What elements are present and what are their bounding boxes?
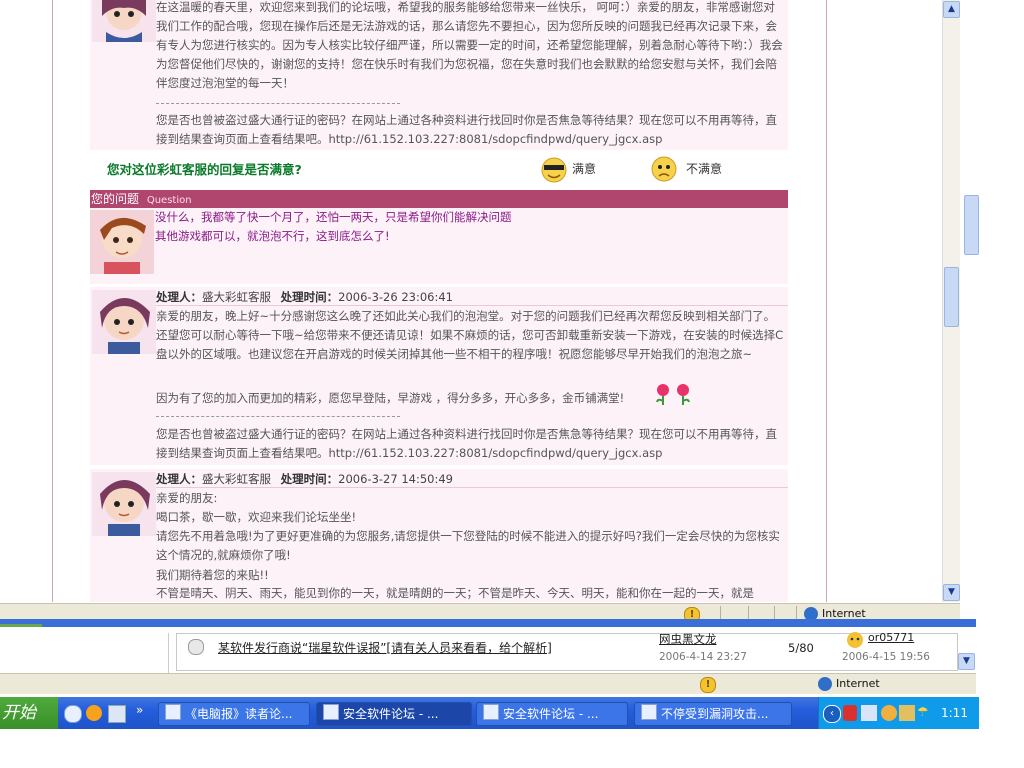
quick-launch: » xyxy=(62,703,152,723)
scroll-down-button[interactable]: ▼ xyxy=(943,584,960,601)
last-post-date: 2006-4-15 19:56 xyxy=(842,651,930,663)
messenger-icon[interactable] xyxy=(881,705,897,721)
taskbar-item-label: 不停受到漏洞攻击... xyxy=(661,707,769,721)
background-scroll-down[interactable]: ▼ xyxy=(958,653,975,670)
satisfaction-question: 您对这位彩虹客服的回复是否满意? xyxy=(107,162,302,177)
reply-3-meta: 处理人：盛大彩虹客服 处理时间：2006-3-27 14:50:49 xyxy=(156,470,453,488)
tray-expand-icon[interactable]: ‹ xyxy=(823,705,841,723)
reply-3-line-4: 我们期待着您的来贴!! xyxy=(156,568,269,582)
question-line-2: 其他游戏都可以，就泡泡不行，这到底怎么了! xyxy=(155,229,390,243)
last-poster-link[interactable]: or05771 xyxy=(868,631,914,644)
password-notice: 您是否也曾被盗过盛大通行证的密码？在网站上通过各种资料进行找回时你是否焦急等待结… xyxy=(156,113,777,146)
taskbar-item-label: 安全软件论坛 - ... xyxy=(343,707,439,721)
taskbar-item-1[interactable]: 《电脑报》读者论... xyxy=(158,702,310,726)
media-icon[interactable] xyxy=(108,705,126,723)
system-tray: ‹ ☂ 1:11 xyxy=(818,697,979,729)
author-link[interactable]: 网虫黑文龙 xyxy=(659,631,717,647)
question-header-title: 您的问题 xyxy=(91,192,140,206)
taskbar-item-label: 安全软件论坛 - ... xyxy=(503,707,599,721)
globe-icon xyxy=(818,677,832,691)
ie-page-icon xyxy=(483,704,499,720)
unsatisfied-option[interactable]: 不满意 xyxy=(686,160,722,177)
ie-page-icon xyxy=(165,704,181,720)
clock: 1:11 xyxy=(941,706,968,720)
show-desktop-icon[interactable] xyxy=(64,705,82,723)
question-header-bar: 您的问题 Question xyxy=(90,190,788,208)
reply-2-text: 亲爱的朋友，晚上好~十分感谢您这么晚了还如此关心我们的泡泡堂。对于您的问题我们已… xyxy=(156,309,784,361)
scroll-thumb[interactable] xyxy=(944,267,959,327)
password-notice: 您是否也曾被盗过盛大通行证的密码？在网站上通过各种资料进行找回时你是否焦急等待结… xyxy=(156,427,777,460)
vertical-scrollbar[interactable]: ▲ ▼ xyxy=(942,0,960,602)
time-label: 处理时间： xyxy=(280,472,339,486)
shield-icon[interactable] xyxy=(843,705,857,721)
reply-3-line-2: 喝口茶，歇一歇，欢迎来我们论坛坐坐! xyxy=(156,510,357,524)
satisfied-option[interactable]: 满意 xyxy=(572,160,596,177)
customer-service-avatar xyxy=(92,290,156,354)
page-right-border xyxy=(826,0,827,602)
browser-content-area: 在这温暖的春天里，欢迎您来到我们的论坛哦，希望我的服务能够给您带来一丝快乐， 呵… xyxy=(0,0,942,602)
unsatisfied-icon[interactable] xyxy=(650,155,680,183)
quick-launch-more-icon[interactable]: » xyxy=(136,703,143,717)
security-zone: Internet xyxy=(836,677,880,690)
divider xyxy=(156,103,400,104)
divider xyxy=(156,416,400,417)
reply-3-line-1: 亲爱的朋友: xyxy=(156,491,218,505)
left-panel xyxy=(0,633,169,673)
background-window-content: 某软件发行商说“瑞星软件误报”[请有关人员来看看，给个解析] 网虫黑文龙 200… xyxy=(0,627,976,673)
handler-name: 盛大彩虹客服 xyxy=(202,472,271,486)
ie-page-icon xyxy=(641,704,657,720)
satisfied-icon[interactable] xyxy=(538,155,570,183)
flower-icon xyxy=(654,383,694,405)
scroll-down-arrow-icon[interactable]: ▼ xyxy=(958,653,975,670)
reply-2-time: 2006-3-26 23:06:41 xyxy=(338,290,453,304)
background-scroll-thumb[interactable] xyxy=(964,195,979,255)
separator xyxy=(156,487,788,488)
user-avatar xyxy=(90,210,154,274)
page-left-border xyxy=(52,0,53,602)
separator xyxy=(156,305,788,306)
background-status-bar: ! Internet xyxy=(0,673,976,694)
background-window-frame xyxy=(0,619,976,627)
question-line-1: 没什么，我都等了快一个月了，还怕一两天，只是希望你们能解决问题 xyxy=(155,210,512,224)
post-date: 2006-4-14 23:27 xyxy=(659,651,747,663)
reply-2-meta: 处理人：盛大彩虹客服 处理时间：2006-3-26 23:06:41 xyxy=(156,288,453,306)
reply-3-time: 2006-3-27 14:50:49 xyxy=(338,472,453,486)
reply-2-extra: 因为有了您的加入而更加的精彩，愿您早登陆，早游戏 ，得分多多，开心多多，金币铺满… xyxy=(156,391,625,405)
tray-app-icon[interactable] xyxy=(899,705,915,721)
handler-label: 处理人： xyxy=(156,290,202,304)
reply-1-text: 在这温暖的春天里，欢迎您来到我们的论坛哦，希望我的服务能够给您带来一丝快乐， 呵… xyxy=(156,0,783,90)
topic-icon xyxy=(188,639,204,655)
handler-label: 处理人： xyxy=(156,472,202,486)
customer-service-avatar xyxy=(92,472,156,536)
question-header-en: Question xyxy=(146,195,192,206)
start-button[interactable]: 开始 xyxy=(0,697,58,729)
taskbar-item-3[interactable]: 安全软件论坛 - ... xyxy=(476,702,628,726)
browser-icon[interactable] xyxy=(86,705,102,721)
reply-3-line-5: 不管是晴天、阴天、雨天，能见到你的一天，就是晴朗的一天；不管是昨天、今天、明天，… xyxy=(156,586,754,600)
reply-3-line-3: 请您先不用着急哦!为了更好更准确的为您服务,请您提供一下您登陆的时候不能进入的提… xyxy=(156,529,780,562)
handler-name: 盛大彩虹客服 xyxy=(202,290,271,304)
ie-page-icon xyxy=(323,704,339,720)
network-icon[interactable] xyxy=(861,705,877,721)
taskbar-item-label: 《电脑报》读者论... xyxy=(185,707,293,721)
time-label: 处理时间： xyxy=(280,290,339,304)
user-face-icon xyxy=(842,631,868,649)
topic-link[interactable]: 某软件发行商说“瑞星软件误报”[请有关人员来看看，给个解析] xyxy=(218,639,552,656)
reply-count: 5/80 xyxy=(788,641,814,655)
taskbar-item-4[interactable]: 不停受到漏洞攻击... xyxy=(634,702,792,726)
scroll-up-button[interactable]: ▲ xyxy=(943,1,960,18)
warning-icon: ! xyxy=(700,677,716,693)
taskbar-item-2[interactable]: 安全软件论坛 - ... xyxy=(316,702,472,726)
antivirus-umbrella-icon[interactable]: ☂ xyxy=(917,705,933,721)
customer-service-avatar xyxy=(92,0,156,42)
